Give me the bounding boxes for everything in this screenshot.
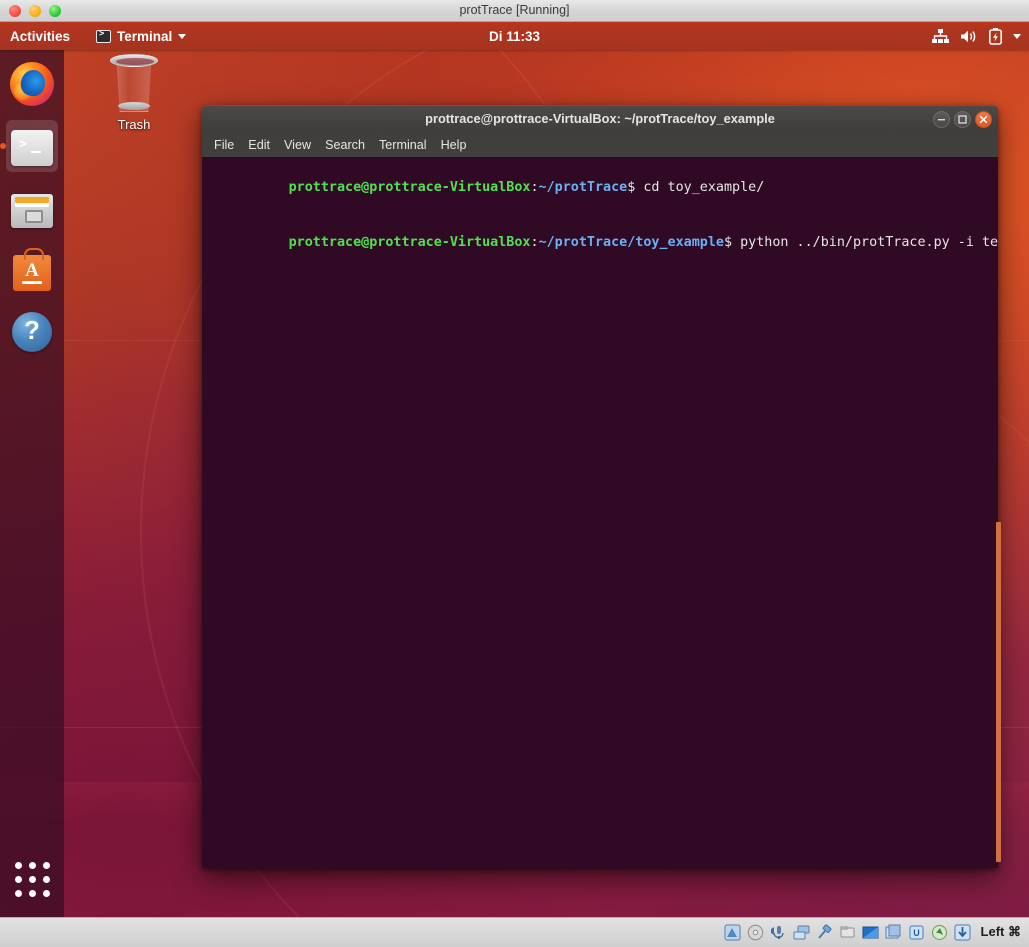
keyboard-capture-icon[interactable] bbox=[954, 924, 971, 941]
recording-icon[interactable] bbox=[885, 924, 902, 941]
desktop-icon-label: Trash bbox=[117, 117, 151, 132]
mouse-capture-icon[interactable] bbox=[931, 924, 948, 941]
svg-text:U: U bbox=[913, 928, 920, 938]
chevron-down-icon bbox=[178, 33, 187, 39]
menu-file[interactable]: File bbox=[214, 138, 234, 152]
usb-device-icon[interactable]: U bbox=[908, 924, 925, 941]
terminal-command: cd toy_example/ bbox=[643, 180, 765, 196]
menu-edit[interactable]: Edit bbox=[248, 138, 270, 152]
desktop-icon-trash[interactable]: Trash bbox=[96, 54, 172, 132]
prompt-user: prottrace@prottrace-VirtualBox bbox=[288, 234, 531, 250]
dock-item-software[interactable] bbox=[6, 244, 58, 296]
virtualbox-window: protTrace [Running] Activities Terminal … bbox=[0, 0, 1029, 947]
prompt-user: prottrace@prottrace-VirtualBox bbox=[288, 180, 531, 196]
prompt-separator: : bbox=[530, 180, 539, 196]
menu-terminal[interactable]: Terminal bbox=[379, 138, 427, 152]
menu-view[interactable]: View bbox=[284, 138, 311, 152]
terminal-titlebar[interactable]: prottrace@prottrace-VirtualBox: ~/protTr… bbox=[202, 105, 998, 132]
prompt-tail: $ bbox=[723, 234, 741, 250]
dock-item-files[interactable] bbox=[6, 182, 58, 234]
network-adapter-icon[interactable] bbox=[793, 924, 810, 941]
vm-window-title: protTrace [Running] bbox=[459, 3, 570, 17]
activities-button[interactable]: Activities bbox=[0, 22, 80, 50]
terminal-window-controls bbox=[933, 111, 992, 128]
network-icon[interactable] bbox=[932, 28, 949, 44]
grid-icon bbox=[14, 862, 50, 897]
files-icon bbox=[11, 193, 53, 228]
app-menu-button[interactable]: Terminal bbox=[88, 22, 194, 50]
dock-item-firefox[interactable] bbox=[6, 58, 58, 110]
prompt-tail: $ bbox=[627, 180, 644, 196]
terminal-window: prottrace@prottrace-VirtualBox: ~/protTr… bbox=[202, 105, 1001, 868]
terminal-icon bbox=[11, 130, 53, 166]
app-menu-label: Terminal bbox=[117, 28, 173, 44]
window-resize-edge[interactable] bbox=[996, 522, 1001, 862]
ubuntu-software-icon bbox=[13, 248, 51, 291]
usb-icon[interactable] bbox=[816, 924, 833, 941]
terminal-line: prottrace@prottrace-VirtualBox:~/protTra… bbox=[208, 161, 992, 216]
terminal-icon bbox=[96, 29, 112, 43]
menu-search[interactable]: Search bbox=[325, 138, 365, 152]
shared-folder-icon[interactable] bbox=[839, 924, 856, 941]
hard-disk-icon[interactable] bbox=[724, 924, 741, 941]
terminal-command: python ../bin/protTrace.py -i test.id -c… bbox=[740, 234, 998, 250]
terminal-menubar: File Edit View Search Terminal Help bbox=[202, 132, 998, 157]
gnome-top-bar: Activities Terminal Di 11:33 bbox=[0, 22, 1029, 50]
trash-icon bbox=[110, 54, 158, 112]
display-icon[interactable] bbox=[862, 924, 879, 941]
close-button[interactable] bbox=[975, 111, 992, 128]
battery-icon[interactable] bbox=[989, 27, 1002, 45]
host-key-indicator: Left ⌘ bbox=[980, 924, 1021, 939]
help-icon bbox=[12, 312, 52, 352]
terminal-output[interactable]: prottrace@prottrace-VirtualBox:~/protTra… bbox=[202, 157, 998, 868]
prompt-separator: : bbox=[530, 234, 539, 250]
firefox-icon bbox=[10, 62, 54, 106]
audio-icon[interactable] bbox=[770, 924, 787, 941]
show-applications-button[interactable] bbox=[0, 862, 64, 897]
chevron-down-icon[interactable] bbox=[1013, 33, 1021, 39]
menu-help[interactable]: Help bbox=[441, 138, 467, 152]
guest-screen: Activities Terminal Di 11:33 bbox=[0, 22, 1029, 917]
terminal-line: prottrace@prottrace-VirtualBox:~/protTra… bbox=[208, 216, 998, 271]
minimize-button[interactable] bbox=[933, 111, 950, 128]
activities-label: Activities bbox=[10, 28, 71, 44]
prompt-path: ~/protTrace bbox=[538, 180, 628, 196]
dock-item-help[interactable] bbox=[6, 306, 58, 358]
prompt-path: ~/protTrace/toy_example bbox=[538, 234, 724, 250]
optical-disk-icon[interactable] bbox=[747, 924, 764, 941]
vm-titlebar: protTrace [Running] bbox=[0, 0, 1029, 22]
virtualbox-status-bar: U Left ⌘ bbox=[0, 917, 1029, 947]
terminal-window-title: prottrace@prottrace-VirtualBox: ~/protTr… bbox=[425, 111, 775, 126]
dock-item-terminal[interactable] bbox=[0, 120, 58, 172]
volume-icon[interactable] bbox=[960, 29, 978, 44]
maximize-button[interactable] bbox=[954, 111, 971, 128]
system-tray[interactable] bbox=[932, 22, 1021, 50]
ubuntu-dock bbox=[0, 50, 64, 917]
